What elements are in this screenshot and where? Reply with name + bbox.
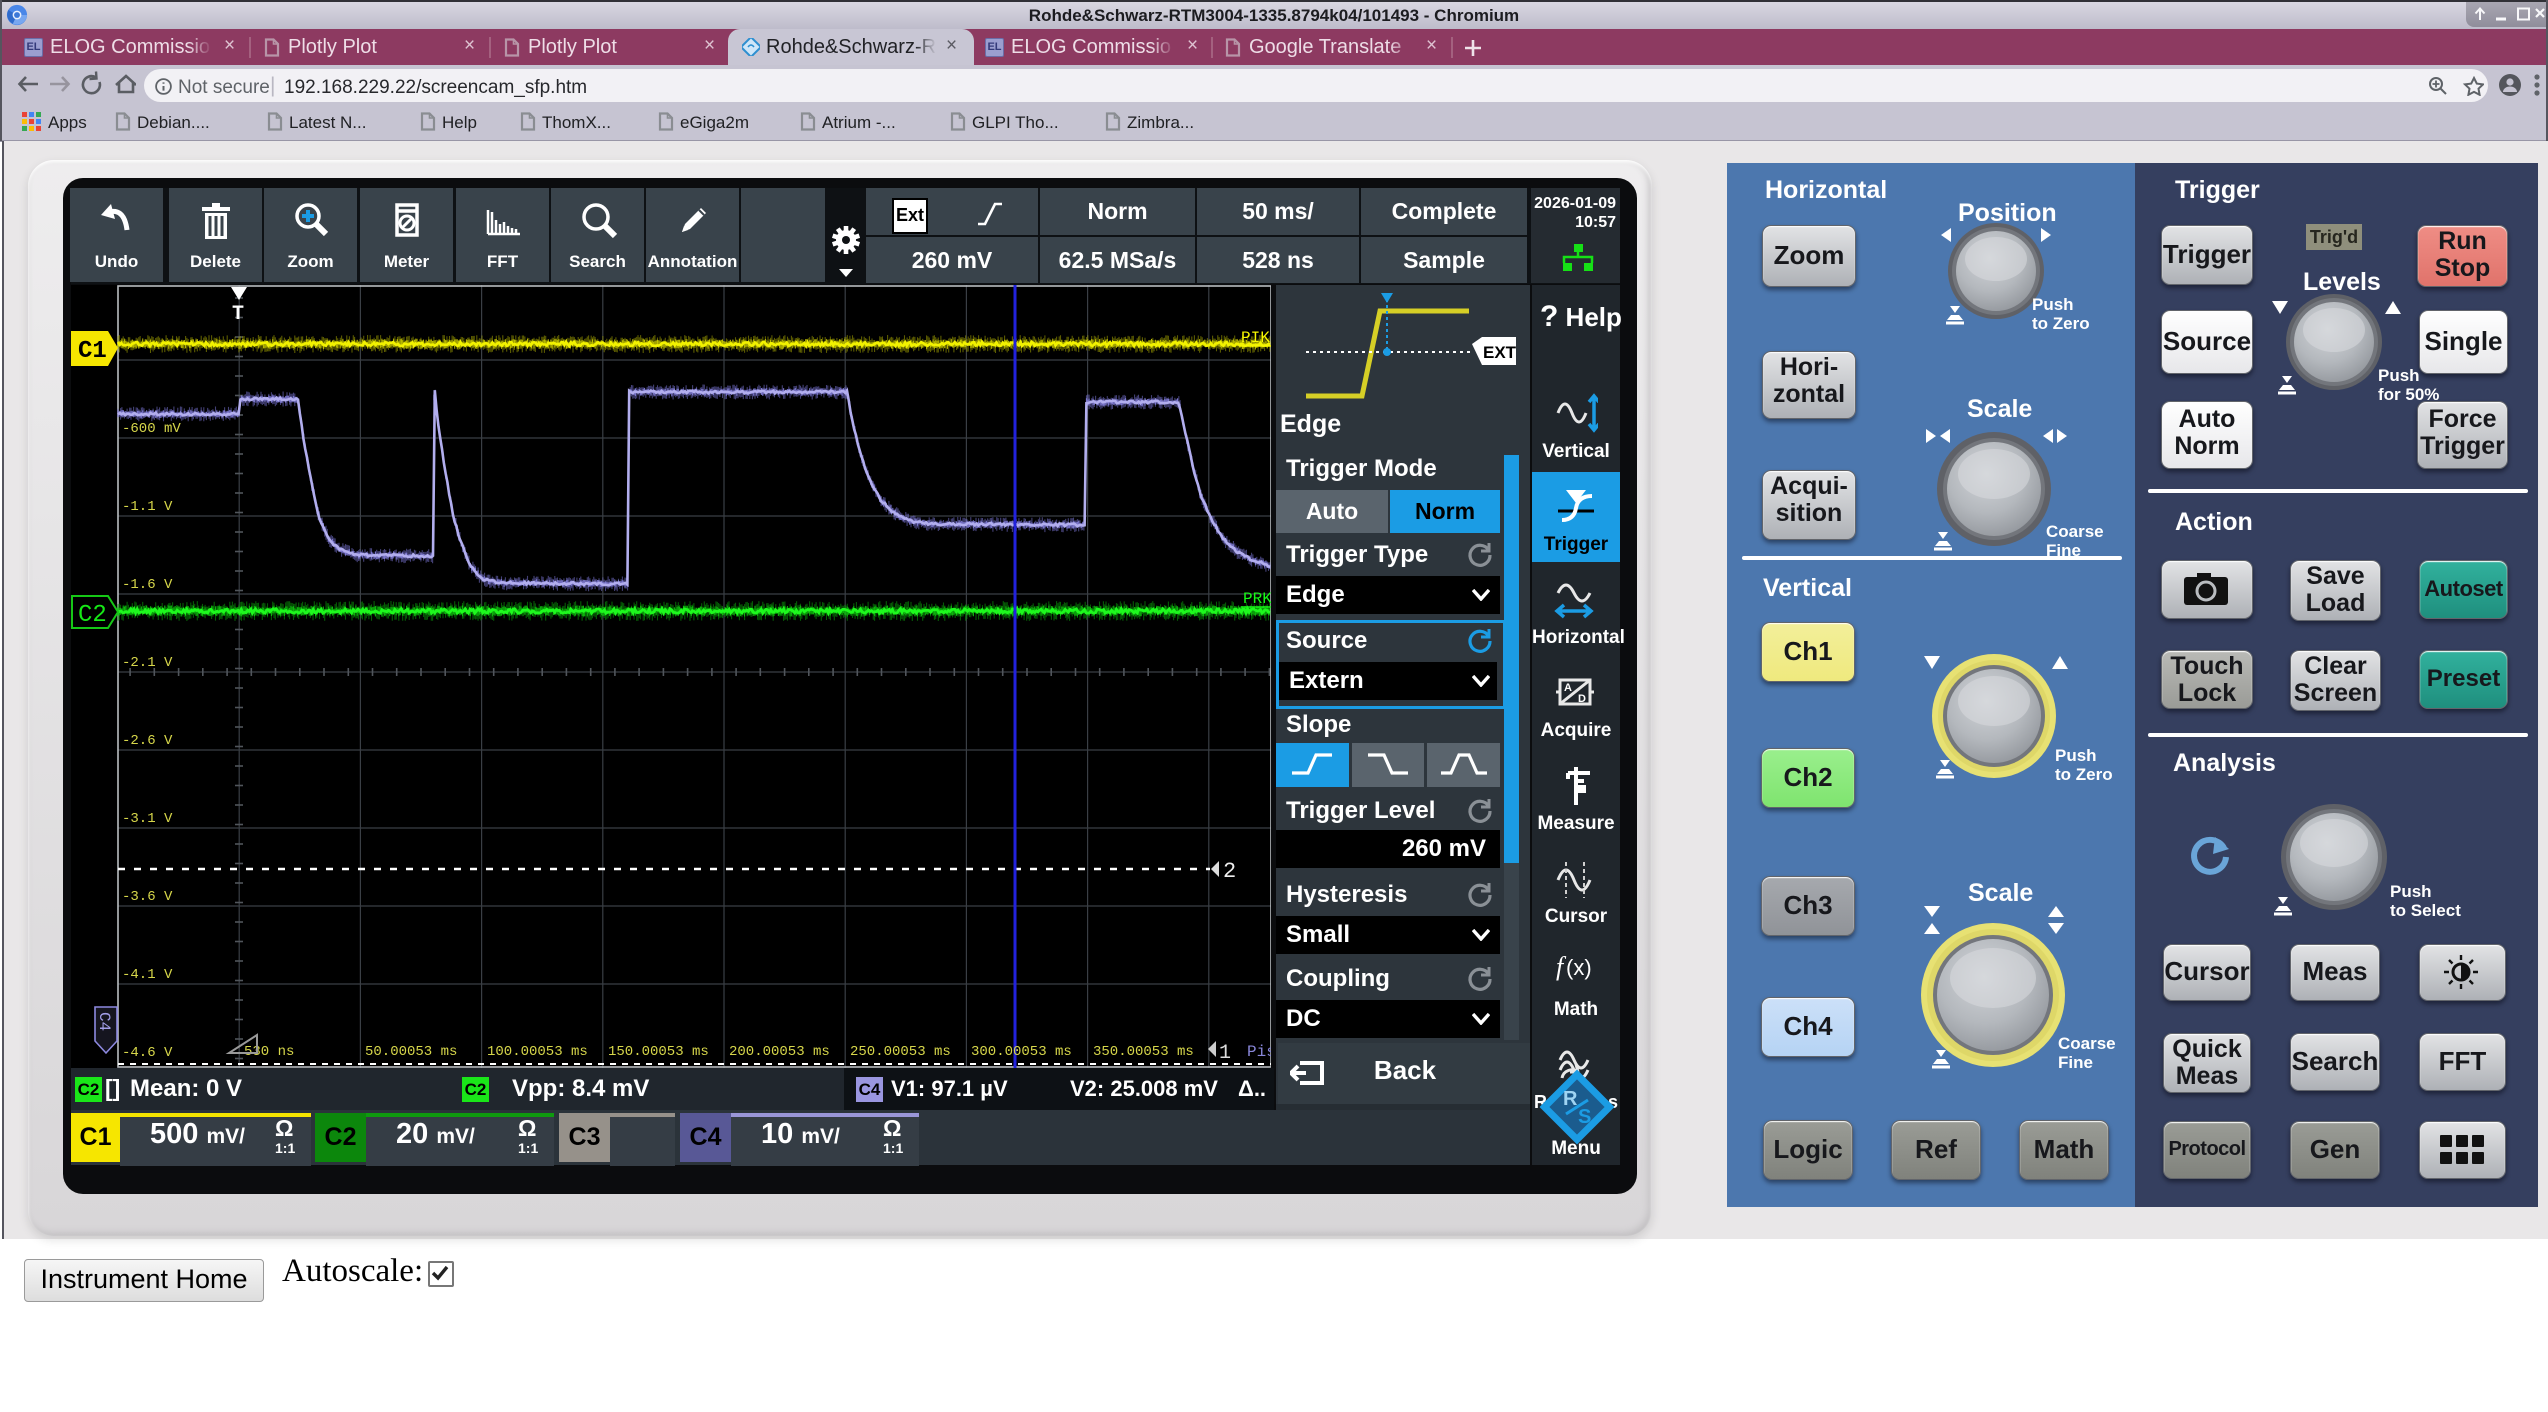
svg-text:150.00053 ms: 150.00053 ms — [608, 1044, 709, 1060]
svg-text:PIK: PIK — [1241, 329, 1270, 347]
svg-text:-2.6 V: -2.6 V — [122, 733, 173, 749]
svg-text:PRK: PRK — [1243, 590, 1271, 608]
svg-text:C2: C2 — [78, 602, 107, 629]
svg-text:-3.6 V: -3.6 V — [122, 889, 173, 905]
svg-text:Pis: Pis — [1247, 1043, 1271, 1061]
svg-text:250.00053 ms: 250.00053 ms — [850, 1044, 951, 1060]
svg-text:-4.1 V: -4.1 V — [122, 967, 173, 983]
svg-text:C4: C4 — [95, 1012, 113, 1031]
svg-text:S: S — [1578, 1106, 1591, 1128]
svg-text:C1: C1 — [78, 338, 107, 365]
svg-text:200.00053 ms: 200.00053 ms — [729, 1044, 830, 1060]
svg-text:1: 1 — [1219, 1042, 1231, 1065]
svg-text:A: A — [1564, 682, 1572, 694]
svg-text:EXT: EXT — [1483, 343, 1517, 362]
svg-text:(x): (x) — [1566, 955, 1592, 980]
svg-text:D: D — [1578, 693, 1586, 705]
svg-text:-4.6 V: -4.6 V — [122, 1045, 173, 1061]
svg-text:-600 mV: -600 mV — [122, 421, 181, 437]
svg-text:300.00053 ms: 300.00053 ms — [971, 1044, 1072, 1060]
svg-text:-2.1 V: -2.1 V — [122, 655, 173, 671]
svg-text:2: 2 — [1223, 859, 1236, 884]
svg-text:T: T — [232, 303, 244, 326]
svg-text:-3.1 V: -3.1 V — [122, 811, 173, 827]
svg-text:350.00053 ms: 350.00053 ms — [1093, 1044, 1194, 1060]
svg-text:50.00053 ms: 50.00053 ms — [365, 1044, 457, 1060]
svg-text:-1.6 V: -1.6 V — [122, 577, 173, 593]
svg-text:-1.1 V: -1.1 V — [122, 499, 173, 515]
svg-text:100.00053 ms: 100.00053 ms — [487, 1044, 588, 1060]
